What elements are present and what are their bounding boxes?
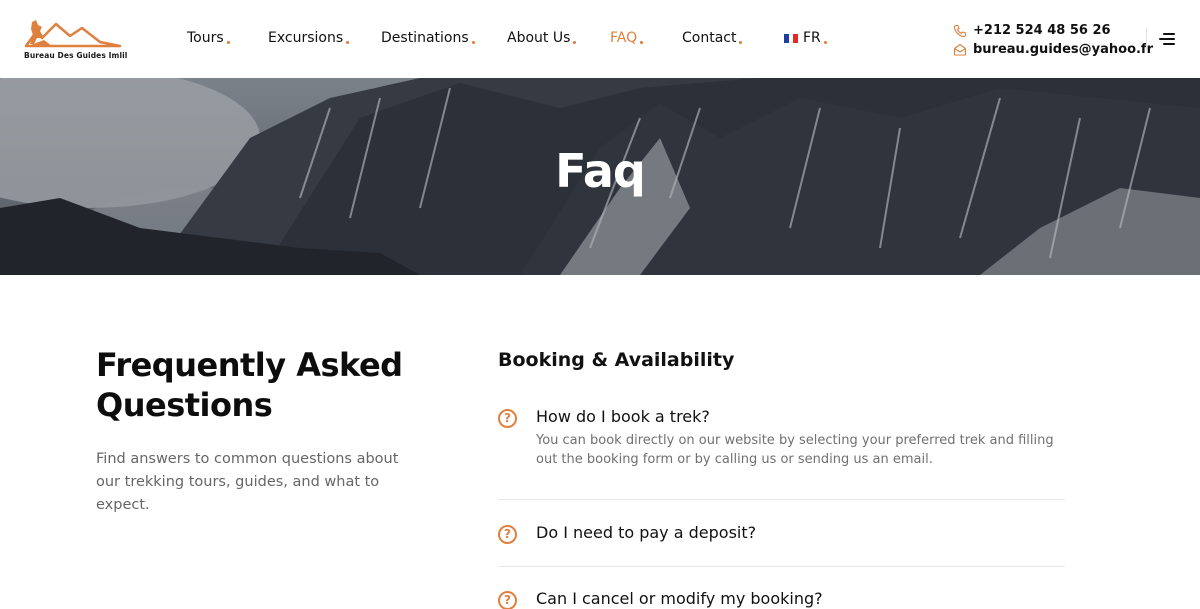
nav-dot-icon: [346, 40, 350, 44]
nav-item-label: About Us: [507, 30, 571, 46]
nav-dot-icon: [471, 40, 475, 44]
faq-question: Can I cancel or modify my booking?: [536, 589, 823, 608]
nav-item-destinations[interactable]: Destinations: [381, 30, 475, 46]
french-flag-icon: [784, 33, 798, 43]
nav-dot-icon: [739, 40, 743, 44]
question-circle-icon: ?: [498, 525, 517, 544]
phone-icon: [953, 24, 967, 37]
nav-dot-icon: [226, 40, 230, 44]
nav-dot-icon: [823, 40, 827, 44]
phone-number: +212 524 48 56 26: [973, 23, 1111, 38]
faq-divider: [498, 499, 1065, 500]
page-title: Faq: [555, 144, 646, 198]
contact-info: +212 524 48 56 26 bureau.guides@yahoo.fr: [953, 21, 1153, 59]
phone-link[interactable]: +212 524 48 56 26: [953, 21, 1153, 40]
question-circle-icon: ?: [498, 591, 517, 609]
nav-dot-icon: [640, 40, 644, 44]
language-switcher[interactable]: FR: [784, 30, 827, 46]
nav-item-label: Destinations: [381, 30, 469, 46]
nav-item-contact[interactable]: Contact: [682, 30, 743, 46]
nav-item-label: Excursions: [268, 30, 344, 46]
nav-item-excursions[interactable]: Excursions: [268, 30, 350, 46]
faq-divider: [498, 566, 1065, 567]
section-description: Find answers to common questions about o…: [96, 451, 399, 513]
faq-item-deposit[interactable]: ? Do I need to pay a deposit?: [498, 523, 1065, 547]
email-link[interactable]: bureau.guides@yahoo.fr: [953, 40, 1153, 59]
site-header: Bureau Des Guides Imlil Tours Excursions…: [0, 0, 1200, 78]
faq-question: How do I book a trek?: [536, 407, 710, 426]
envelope-icon: [953, 43, 967, 56]
nav-item-about-us[interactable]: About Us: [507, 30, 577, 46]
nav-item-label: Contact: [682, 30, 737, 46]
nav-item-tours[interactable]: Tours: [187, 30, 230, 46]
language-label: FR: [803, 30, 821, 46]
menu-button[interactable]: [1157, 31, 1175, 47]
faq-answer: You can book directly on our website by …: [536, 433, 1054, 467]
mountain-logo-icon: [24, 20, 122, 48]
nav-item-label: Tours: [187, 30, 224, 46]
faq-question: Do I need to pay a deposit?: [536, 523, 757, 542]
faq-item-book-trek[interactable]: ? How do I book a trek? You can book dir…: [498, 407, 1065, 477]
nav-dot-icon: [573, 40, 577, 44]
hero-banner: Faq: [0, 78, 1200, 275]
nav-item-faq[interactable]: FAQ: [610, 30, 644, 46]
question-circle-icon: ?: [498, 409, 517, 428]
header-divider: [1146, 28, 1147, 50]
faq-item-cancel-modify[interactable]: ? Can I cancel or modify my booking?: [498, 589, 1065, 609]
email-address: bureau.guides@yahoo.fr: [973, 42, 1154, 57]
logo-text: Bureau Des Guides Imlil: [24, 51, 128, 60]
nav-item-label: FAQ: [610, 30, 638, 46]
faq-category-title: Booking & Availability: [498, 349, 735, 371]
logo[interactable]: Bureau Des Guides Imlil: [22, 16, 132, 62]
section-heading: Frequently Asked Questions: [96, 346, 403, 424]
